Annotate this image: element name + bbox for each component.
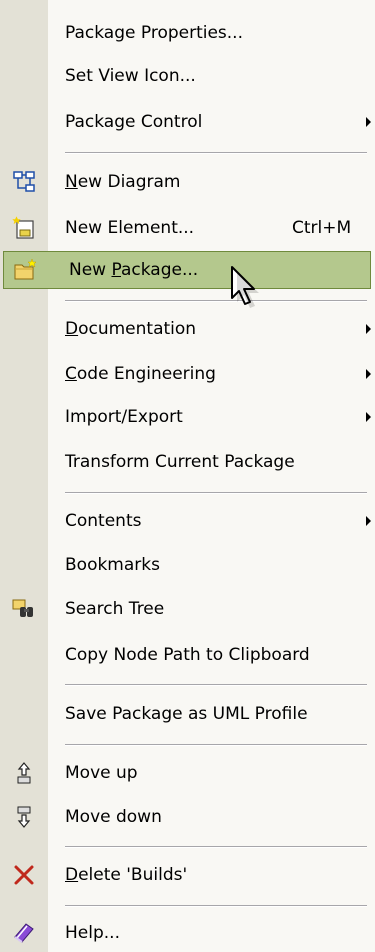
menu-item-package-control[interactable]: Package Control xyxy=(0,103,375,141)
menu-item-help[interactable]: Help... xyxy=(0,914,375,952)
menu-item-label: Copy Node Path to Clipboard xyxy=(65,645,310,665)
menu-item-new-package[interactable]: New Package... xyxy=(3,251,371,289)
menu-item-label: Bookmarks xyxy=(65,555,160,575)
separator xyxy=(65,905,367,907)
menu-item-label: Package Properties... xyxy=(65,23,243,43)
separator xyxy=(65,684,367,686)
menu-item-label: Import/Export xyxy=(65,407,183,427)
menu-item-label: Save Package as UML Profile xyxy=(65,704,308,724)
menu-item-label: Documentation xyxy=(65,319,197,339)
menu-item-label: Help... xyxy=(65,923,120,943)
menu-item-documentation[interactable]: Documentation xyxy=(0,310,375,348)
menu-item-set-view-icon[interactable]: Set View Icon... xyxy=(0,57,375,95)
submenu-arrow-icon xyxy=(366,369,371,379)
menu-item-label: Move down xyxy=(65,807,162,827)
binoculars-icon xyxy=(12,599,33,617)
menu-item-label: New Diagram xyxy=(65,172,181,192)
menu-item-code-engineering[interactable]: Code Engineering xyxy=(0,355,375,393)
menu-item-label: Delete 'Builds' xyxy=(65,865,188,885)
new-package-icon xyxy=(14,258,37,280)
separator xyxy=(65,492,367,494)
menu-item-delete-builds[interactable]: Delete 'Builds' xyxy=(0,856,375,894)
menu-item-import-export[interactable]: Import/Export xyxy=(0,398,375,436)
menu-item-label: Contents xyxy=(65,511,142,531)
menu-item-new-diagram[interactable]: New Diagram xyxy=(0,163,375,201)
help-book-icon xyxy=(14,923,34,943)
menu-item-label: Code Engineering xyxy=(65,364,216,384)
submenu-arrow-icon xyxy=(366,324,371,334)
mouse-cursor-icon xyxy=(231,266,259,308)
move-up-icon xyxy=(17,762,31,784)
menu-item-label: Set View Icon... xyxy=(65,66,196,86)
new-element-icon xyxy=(12,216,34,239)
menu-item-label: New Element... xyxy=(65,218,195,238)
separator xyxy=(65,846,367,848)
menu-item-transform-current-package[interactable]: Transform Current Package xyxy=(0,443,375,481)
menu-item-label: New Package... xyxy=(69,260,199,280)
submenu-arrow-icon xyxy=(366,412,371,422)
menu-item-package-properties[interactable]: Package Properties... xyxy=(0,14,375,52)
menu-item-label: Package Control xyxy=(65,112,203,132)
menu-item-copy-node-path[interactable]: Copy Node Path to Clipboard xyxy=(0,636,375,674)
new-diagram-icon xyxy=(13,171,35,192)
delete-icon xyxy=(14,865,34,885)
menu-item-save-package-uml-profile[interactable]: Save Package as UML Profile xyxy=(0,695,375,733)
context-menu: Package Properties... Set View Icon... P… xyxy=(0,0,375,952)
menu-item-contents[interactable]: Contents xyxy=(0,502,375,540)
move-down-icon xyxy=(17,806,31,828)
menu-item-label: Transform Current Package xyxy=(65,452,295,472)
menu-item-shortcut: Ctrl+M xyxy=(292,218,352,238)
menu-item-search-tree[interactable]: Search Tree xyxy=(0,590,375,628)
submenu-arrow-icon xyxy=(366,117,371,127)
submenu-arrow-icon xyxy=(366,516,371,526)
menu-item-move-down[interactable]: Move down xyxy=(0,798,375,836)
menu-item-move-up[interactable]: Move up xyxy=(0,754,375,792)
menu-item-label: Search Tree xyxy=(65,599,165,619)
separator xyxy=(65,744,367,746)
menu-item-new-element[interactable]: New Element... Ctrl+M xyxy=(0,209,375,247)
separator xyxy=(65,152,367,154)
menu-item-label: Move up xyxy=(65,763,138,783)
separator xyxy=(65,300,367,302)
menu-item-bookmarks[interactable]: Bookmarks xyxy=(0,546,375,584)
